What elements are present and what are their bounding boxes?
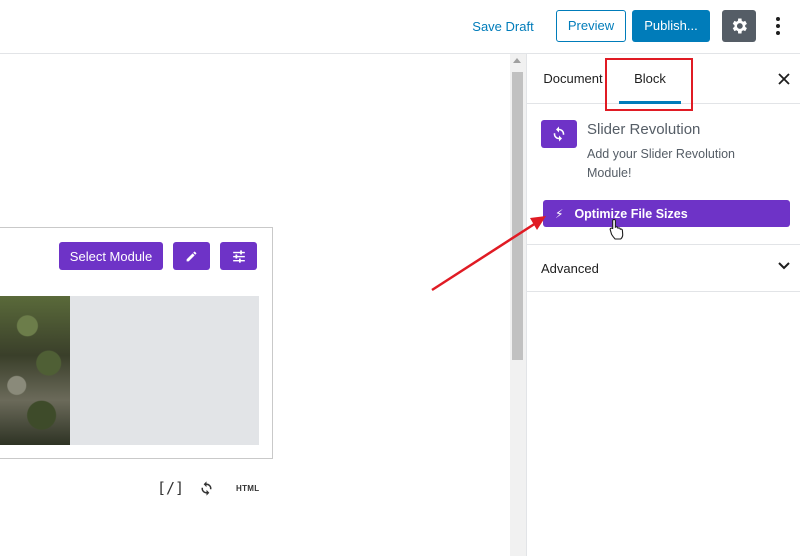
hand-cursor-icon bbox=[609, 218, 625, 246]
optimize-label: Optimize File Sizes bbox=[574, 206, 688, 221]
scrollbar-thumb[interactable] bbox=[512, 72, 523, 360]
chevron-down-icon bbox=[778, 262, 790, 270]
pencil-icon bbox=[186, 251, 197, 261]
advanced-label: Advanced bbox=[541, 261, 599, 276]
lightning-icon: ⚡︎ bbox=[555, 206, 564, 221]
sidebar-tabs: Document Block bbox=[527, 54, 800, 111]
block-card: Slider Revolution Add your Slider Revolu… bbox=[527, 104, 800, 194]
slide-preview-placeholder bbox=[70, 296, 259, 445]
block-type-icon bbox=[541, 120, 577, 148]
shortcode-icon[interactable]: [/] bbox=[157, 478, 184, 498]
select-module-button[interactable]: Select Module bbox=[59, 242, 163, 270]
edit-module-button[interactable] bbox=[173, 242, 210, 270]
editor-canvas: Select Module [/] HTML bbox=[0, 54, 510, 556]
sliders-icon bbox=[232, 249, 245, 263]
slide-thumbnail-image bbox=[0, 296, 70, 445]
scroll-up-arrow[interactable] bbox=[513, 58, 521, 63]
block-description: Add your Slider Revolution Module! bbox=[587, 147, 735, 180]
advanced-panel-toggle[interactable]: Advanced bbox=[527, 244, 800, 292]
tab-document[interactable]: Document bbox=[535, 54, 611, 104]
editor-header: Save Draft Preview Publish... bbox=[0, 0, 800, 54]
more-options-button[interactable] bbox=[768, 12, 788, 40]
gear-icon bbox=[732, 18, 747, 34]
optimize-file-sizes-button[interactable]: ⚡︎ Optimize File Sizes bbox=[543, 200, 790, 227]
ellipsis-dot bbox=[776, 17, 780, 21]
html-icon[interactable]: HTML bbox=[236, 478, 259, 498]
save-draft-button[interactable]: Save Draft bbox=[466, 14, 540, 40]
block-title: Slider Revolution bbox=[587, 121, 701, 138]
refresh-icon[interactable] bbox=[198, 478, 215, 498]
refresh-icon bbox=[553, 126, 565, 142]
close-sidebar-button[interactable] bbox=[773, 68, 795, 90]
ellipsis-dot bbox=[776, 31, 780, 35]
settings-sidebar: Document Block Slider Revolution Add you… bbox=[526, 54, 800, 556]
slider-revolution-block[interactable]: Select Module bbox=[0, 227, 273, 459]
settings-button[interactable] bbox=[722, 10, 756, 42]
module-options-button[interactable] bbox=[220, 242, 257, 270]
ellipsis-dot bbox=[776, 24, 780, 28]
publish-button[interactable]: Publish... bbox=[632, 10, 710, 42]
preview-button[interactable]: Preview bbox=[556, 10, 626, 42]
close-icon bbox=[778, 73, 790, 85]
